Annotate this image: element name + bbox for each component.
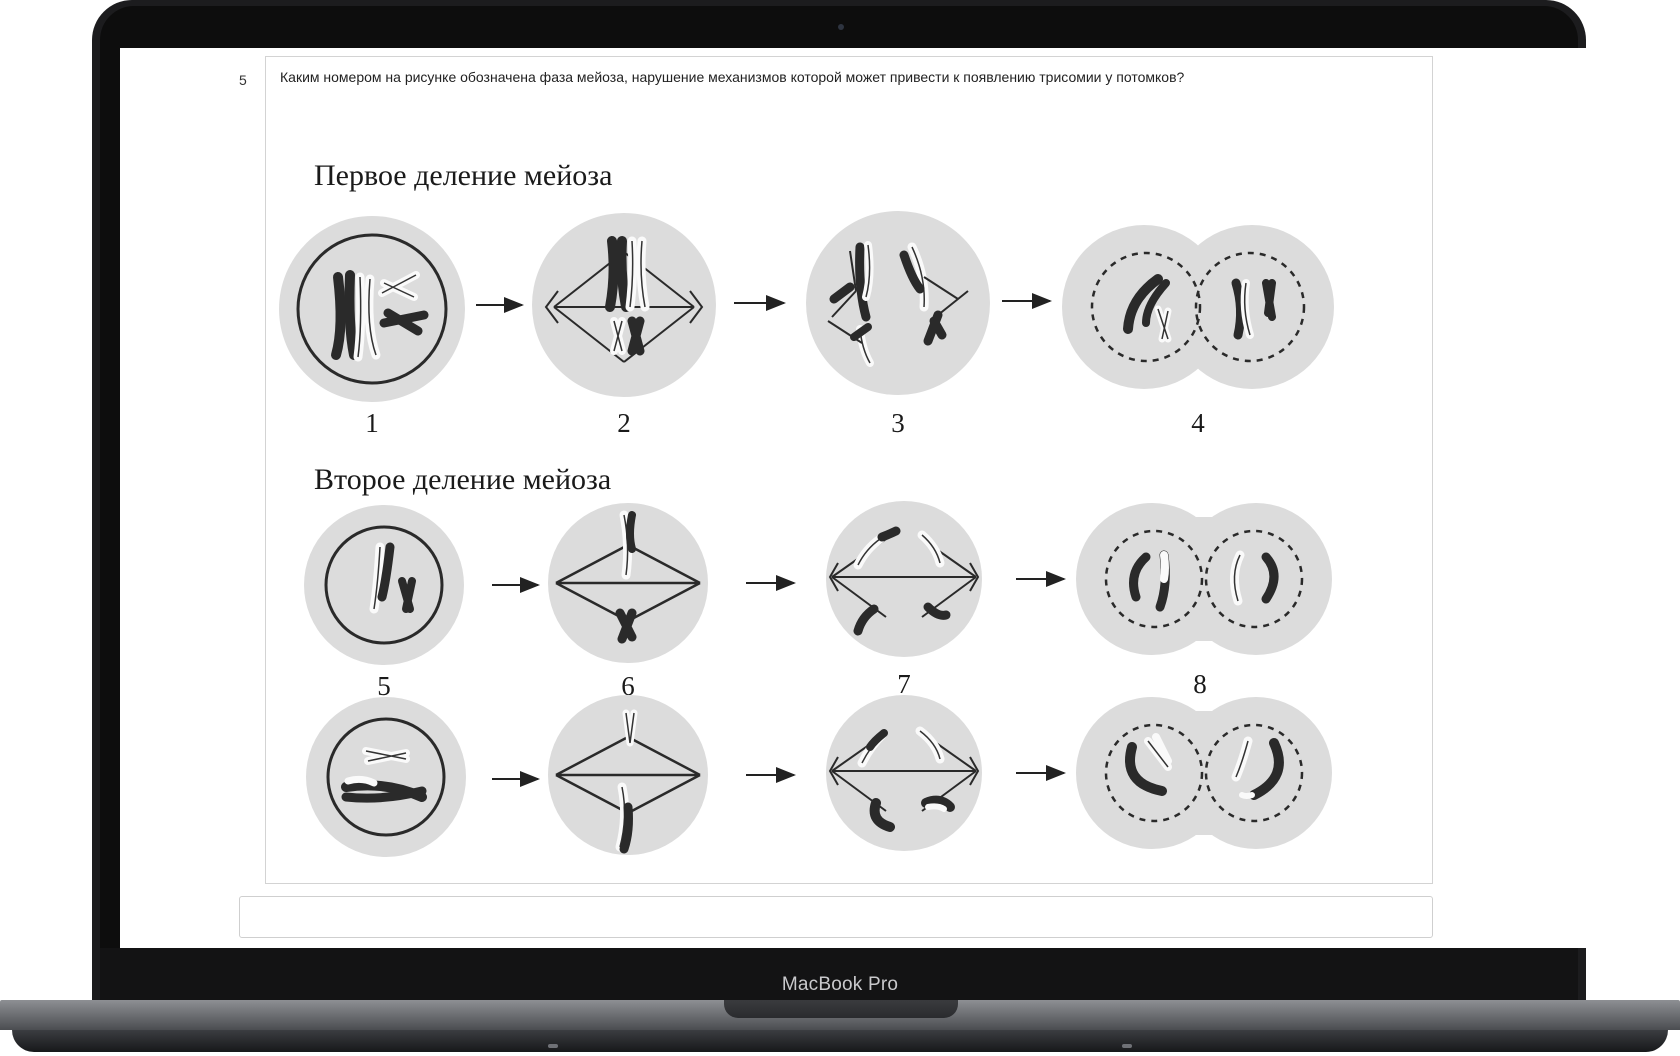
answer-input[interactable] — [239, 896, 1433, 938]
cell-stage-4 — [1062, 225, 1334, 389]
second-division-title: Второе деление мейоза — [314, 463, 611, 496]
cell-stage-8b — [1076, 697, 1332, 849]
cell-stage-7b — [826, 695, 982, 851]
stage-label-4: 4 — [1191, 408, 1205, 438]
cell-stage-6 — [548, 503, 708, 663]
cell-stage-5b — [306, 697, 466, 857]
question-number: 5 — [239, 72, 247, 88]
stage-label-7: 7 — [897, 669, 911, 699]
laptop-notch — [724, 1000, 958, 1018]
cell-stage-3 — [806, 211, 990, 395]
stage-label-2: 2 — [617, 408, 631, 438]
cell-stage-1 — [279, 216, 465, 402]
stage-label-3: 3 — [891, 408, 905, 438]
meiosis-figure: Первое деление мейоза Второе деление мей… — [279, 159, 1334, 857]
stage-label-8: 8 — [1193, 669, 1207, 699]
laptop-base-bottom — [12, 1030, 1668, 1052]
cell-stage-5 — [304, 505, 464, 665]
cell-stage-8 — [1076, 503, 1332, 655]
stage-label-5: 5 — [377, 671, 391, 701]
screen: 5 Каким номером на рисунке обозначена фа… — [120, 48, 1586, 948]
laptop-foot — [548, 1044, 558, 1048]
camera-icon — [838, 24, 844, 30]
question-text: Каким номером на рисунке обозначена фаза… — [280, 69, 1185, 85]
question-card: Каким номером на рисунке обозначена фаза… — [265, 56, 1433, 884]
device-brand-label: MacBook Pro — [781, 974, 899, 995]
cell-stage-2 — [532, 213, 716, 397]
cell-stage-6b — [548, 695, 708, 855]
stage-label-1: 1 — [365, 408, 379, 438]
first-division-title: Первое деление мейоза — [314, 159, 612, 192]
laptop-foot — [1122, 1044, 1132, 1048]
cell-stage-7 — [826, 501, 982, 657]
